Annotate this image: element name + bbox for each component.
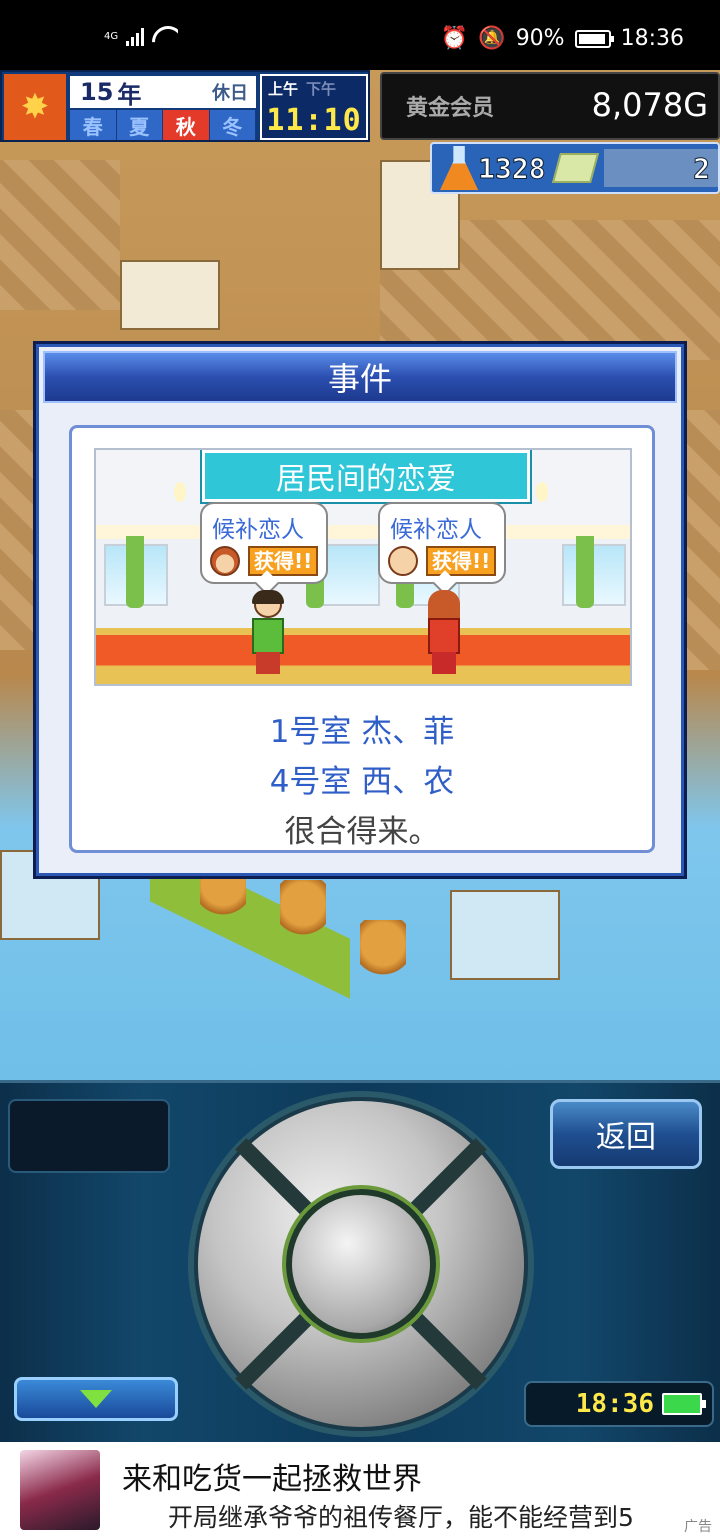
empty-slot [8,1099,170,1173]
menu-down-button[interactable] [14,1377,178,1421]
room-floor [0,160,120,310]
ad-subtitle[interactable]: 开局继承爷爷的祖传餐厅，能不能经营到5 [168,1498,704,1534]
ticket-box: 2 [604,149,718,187]
money-panel: 黄金会员 8,078G [380,72,720,140]
arrow-down-icon [80,1390,112,1408]
network-type: 4G [104,30,119,42]
season-winter: 冬 [209,110,256,140]
season-spring: 春 [70,110,117,140]
research-flask-icon [440,146,479,190]
speech-bubble: 候补恋人 获得!! [378,502,506,584]
room-floor [684,410,720,670]
resource-panel: 1328 2 [430,142,720,194]
am-label: 上午 [268,80,299,98]
curtain-icon [126,536,144,608]
event-dialog: 事件 居民间的恋爱 候补恋人 获得!! 候补恋人 获得!! 1号室 杰、菲 4号… [36,344,684,876]
holiday-label: 休日 [212,83,248,104]
ad-thumbnail[interactable] [20,1450,100,1530]
building-wall [120,260,220,330]
ticket-icon [551,153,599,183]
back-button[interactable]: 返回 [550,1099,702,1169]
status-time: 18:36 [620,26,684,51]
dialog-title: 事件 [43,351,677,403]
partner-face-icon [210,546,240,576]
autumn-leaf-icon: ✸ [4,74,66,140]
year-number: 15 [80,78,114,106]
event-line-2: 4号室 西、农 [269,764,455,800]
bubble-label: 候补恋人 [212,517,304,543]
year-unit: 年 [117,80,142,109]
game-clock: 上午 下午 11:10 [260,74,368,140]
partner-face-icon [388,546,418,576]
game-time: 11:10 [266,103,362,138]
room-floor [0,410,40,650]
membership-label: 黄金会员 [406,96,495,121]
event-name: 居民间的恋爱 [200,450,532,504]
battery-icon [574,29,614,48]
window-icon [562,544,626,606]
ad-title[interactable]: 来和吃货一起拯救世界 [122,1454,422,1498]
event-scene: 居民间的恋爱 候补恋人 获得!! 候补恋人 获得!! [94,448,632,686]
bubble-label: 候补恋人 [390,517,482,543]
tree-icon [280,880,326,940]
building-wall [450,890,560,980]
curtain-icon [576,536,594,608]
control-panel: 返回 18:36 [0,1080,720,1442]
season-indicator: 春 夏 秋 冬 [70,110,256,140]
event-content: 居民间的恋爱 候补恋人 获得!! 候补恋人 获得!! 1号室 杰、菲 4号室 西… [69,425,655,853]
obtained-badge: 获得!! [426,546,497,576]
speech-bubble: 候补恋人 获得!! [200,502,328,584]
dpad-control[interactable] [194,1097,528,1431]
lamp-icon [536,482,548,502]
alarm-icon: ⏰ [440,26,469,51]
season-summer: 夏 [116,110,163,140]
event-line-1: 1号室 杰、菲 [269,714,455,750]
calendar-panel: ✸ 15 年 休日 春 夏 秋 冬 上午 下午 11:10 [0,70,370,142]
pm-label: 下午 [306,80,337,98]
ticket-count: 2 [693,151,711,185]
year-display: 15 年 休日 [70,76,256,109]
research-points: 1328 [478,151,546,185]
battery-icon [662,1393,706,1415]
resident-female-sprite [424,590,464,676]
wifi-icon [152,26,178,46]
ad-tag: 广告 [684,1519,712,1535]
gold-amount: 8,078G [591,86,708,124]
ad-banner[interactable]: 来和吃货一起拯救世界 开局继承爷爷的祖传餐厅，能不能经营到5 广告 [0,1442,720,1540]
battery-percent: 90% [515,26,565,51]
event-line-3: 很合得来。 [284,814,440,850]
lamp-icon [174,482,186,502]
season-autumn: 秋 [163,110,210,140]
status-bar: 4G ⏰ 🔕 90% 18:36 [0,0,720,70]
mute-icon: 🔕 [478,26,506,51]
device-clock-panel: 18:36 [524,1381,714,1427]
resident-male-sprite [248,590,288,676]
dpad-center-button[interactable] [286,1189,436,1339]
signal-icon [126,26,145,46]
obtained-badge: 获得!! [248,546,319,576]
tree-icon [360,920,406,980]
device-time: 18:36 [575,1389,654,1419]
